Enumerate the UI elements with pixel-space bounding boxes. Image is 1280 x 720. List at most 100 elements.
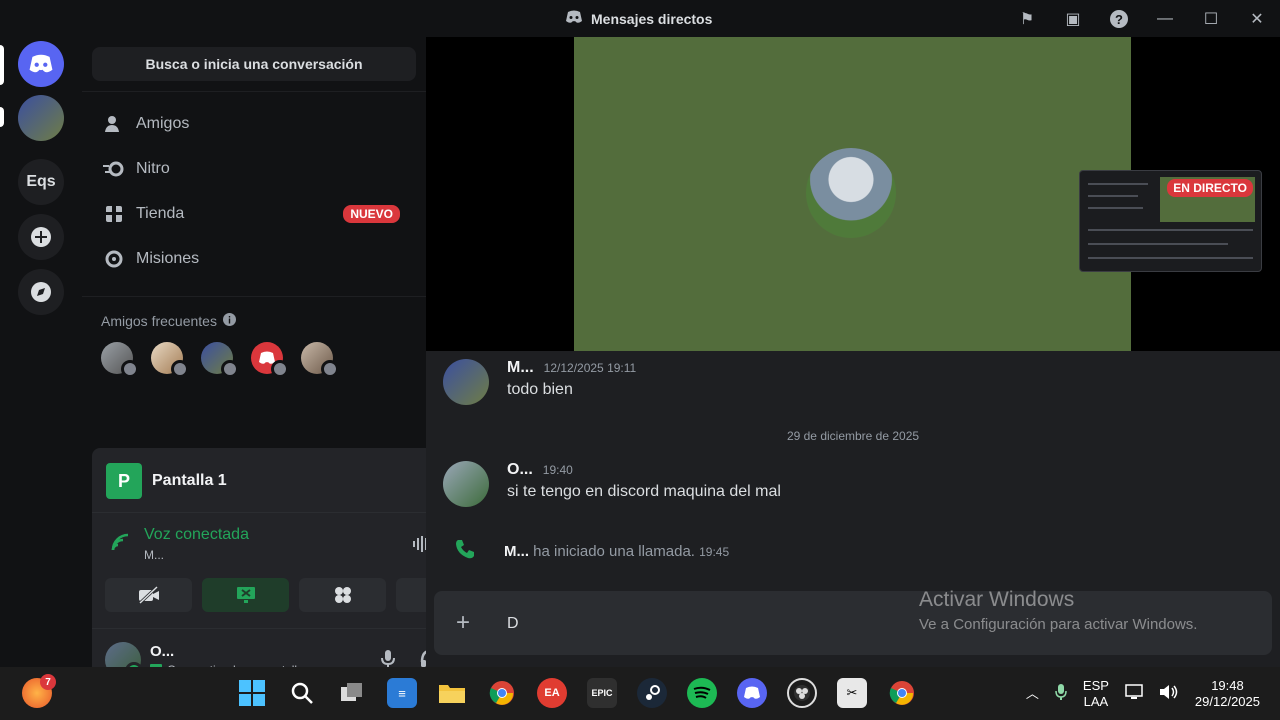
server-rail: Eqs	[0, 37, 82, 667]
system-tray: ︿ ESP LAA 19:48 29/12/2025	[1018, 667, 1280, 720]
phone-icon	[454, 538, 476, 564]
notepad-icon[interactable]: ≡	[387, 678, 417, 708]
nitro-icon	[92, 161, 136, 177]
epic-games-icon[interactable]: EPIC	[587, 678, 617, 708]
clock-date: 29/12/2025	[1194, 693, 1260, 709]
signal-icon[interactable]	[110, 532, 130, 557]
call-event: M... ha iniciado una llamada. 19:45	[454, 538, 729, 564]
friends-icon	[92, 114, 136, 134]
screen-share-preview[interactable]: EN DIRECTO	[1079, 170, 1262, 272]
divider	[82, 296, 426, 297]
language-code: ESP	[1082, 677, 1109, 693]
title-bar: Mensajes directos ⚑ ▣ ? — ☐ ✕	[0, 0, 1280, 37]
discover-button[interactable]	[18, 269, 64, 315]
screen-share-icon[interactable]: ▣	[1050, 0, 1096, 37]
voice-connection: Voz conectada M...	[110, 526, 249, 562]
search-button[interactable]: Busca o inicia una conversación	[92, 47, 416, 81]
ea-app-icon[interactable]: EA	[537, 678, 567, 708]
server-eqs-button[interactable]: Eqs	[18, 159, 64, 205]
dm-icon	[565, 10, 583, 27]
activities-button[interactable]	[299, 578, 386, 612]
camera-off-button[interactable]	[105, 578, 192, 612]
widgets-icon[interactable]: 7	[22, 674, 56, 708]
friend-avatar[interactable]	[301, 342, 339, 378]
main-content: EN DIRECTO M... 12/12/2025 19:11 todo bi…	[426, 37, 1280, 667]
maximize-icon[interactable]: ☐	[1188, 0, 1234, 37]
chrome-icon[interactable]	[487, 678, 517, 708]
svg-text:?: ?	[1115, 12, 1123, 27]
live-badge: EN DIRECTO	[1167, 179, 1253, 197]
voice-channel[interactable]: M...	[144, 548, 249, 562]
activate-windows-watermark: Activar Windows Ve a Configuración para …	[919, 588, 1197, 633]
date-divider: 29 de diciembre de 2025	[786, 429, 920, 443]
preview-line	[1088, 243, 1228, 245]
frequent-friends-list	[101, 342, 339, 378]
message: O... 19:40 si te tengo en discord maquin…	[443, 461, 781, 507]
taskbar: 7 ≡ EA EPIC ✂ ︿ ESP LAA 19:48 29/12/2025	[0, 667, 1280, 720]
minimize-icon[interactable]: —	[1142, 0, 1188, 37]
unread-pill	[0, 107, 4, 127]
nav-quests[interactable]: Misiones	[92, 238, 416, 280]
discord-home-button[interactable]	[18, 41, 64, 87]
attach-plus-icon[interactable]: +	[456, 609, 470, 637]
user-name: O...	[150, 643, 175, 660]
obs-icon[interactable]	[787, 678, 817, 708]
new-badge: NUEVO	[343, 205, 400, 223]
watermark-title: Activar Windows	[919, 588, 1075, 611]
stream-video[interactable]	[574, 37, 1131, 351]
message-author[interactable]: M...	[507, 359, 534, 377]
task-view-icon[interactable]	[337, 678, 367, 708]
add-server-button[interactable]	[18, 214, 64, 260]
message-text: todo bien	[507, 381, 573, 398]
friend-avatar[interactable]	[151, 342, 189, 378]
info-icon[interactable]	[222, 313, 236, 329]
screen-share-button[interactable]	[202, 578, 289, 612]
notification-count: 7	[40, 674, 56, 690]
avatar[interactable]	[443, 461, 489, 507]
friend-avatar[interactable]	[101, 342, 139, 378]
start-icon[interactable]	[237, 678, 267, 708]
discord-taskbar-icon[interactable]	[737, 678, 767, 708]
clock-time: 19:48	[1211, 677, 1244, 693]
friend-avatar[interactable]	[201, 342, 239, 378]
language-indicator[interactable]: ESP LAA	[1075, 678, 1117, 710]
friend-avatar[interactable]	[251, 342, 289, 378]
message-timestamp: 12/12/2025 19:11	[543, 361, 637, 375]
divider	[82, 91, 426, 92]
preview-line	[1088, 229, 1253, 231]
volume-icon[interactable]	[1151, 684, 1187, 704]
message-author[interactable]: O...	[507, 461, 533, 479]
clock[interactable]: 19:48 29/12/2025	[1187, 678, 1280, 710]
voice-status[interactable]: Voz conectada	[144, 526, 249, 544]
file-explorer-icon[interactable]	[437, 678, 467, 708]
nav-friends[interactable]: Amigos	[92, 103, 416, 145]
spotify-icon[interactable]	[687, 678, 717, 708]
preview-line	[1088, 207, 1143, 209]
call-author[interactable]: M...	[504, 543, 529, 560]
capcut-icon[interactable]: ✂	[837, 678, 867, 708]
nav-nitro[interactable]: Nitro	[92, 148, 416, 190]
preview-line	[1088, 195, 1138, 197]
message-input[interactable]: D	[507, 615, 519, 633]
network-icon[interactable]	[1117, 683, 1151, 704]
window-title: Mensajes directos	[565, 10, 712, 27]
microphone-tray-icon[interactable]	[1047, 683, 1075, 705]
preview-line	[1088, 183, 1148, 185]
inbox-icon[interactable]: ⚑	[1004, 0, 1050, 37]
nav-shop[interactable]: Tienda NUEVO	[92, 193, 416, 235]
dm-avatar-button[interactable]	[18, 95, 64, 141]
call-timestamp: 19:45	[699, 544, 730, 559]
message-timestamp: 19:40	[542, 463, 573, 477]
screen-thumbnail[interactable]: P	[106, 463, 142, 499]
call-text: ha iniciado una llamada.	[533, 542, 695, 560]
keyboard-layout: LAA	[1083, 693, 1109, 709]
chevron-up-icon[interactable]: ︿	[1018, 686, 1047, 702]
dm-sidebar: Busca o inicia una conversación Amigos N…	[82, 37, 498, 694]
screen-title: Pantalla 1	[152, 472, 227, 489]
close-icon[interactable]: ✕	[1234, 0, 1280, 37]
avatar[interactable]	[443, 359, 489, 405]
chrome-profile-icon[interactable]	[887, 678, 917, 708]
help-icon[interactable]: ?	[1096, 0, 1142, 37]
search-icon[interactable]	[287, 678, 317, 708]
steam-icon[interactable]	[637, 678, 667, 708]
